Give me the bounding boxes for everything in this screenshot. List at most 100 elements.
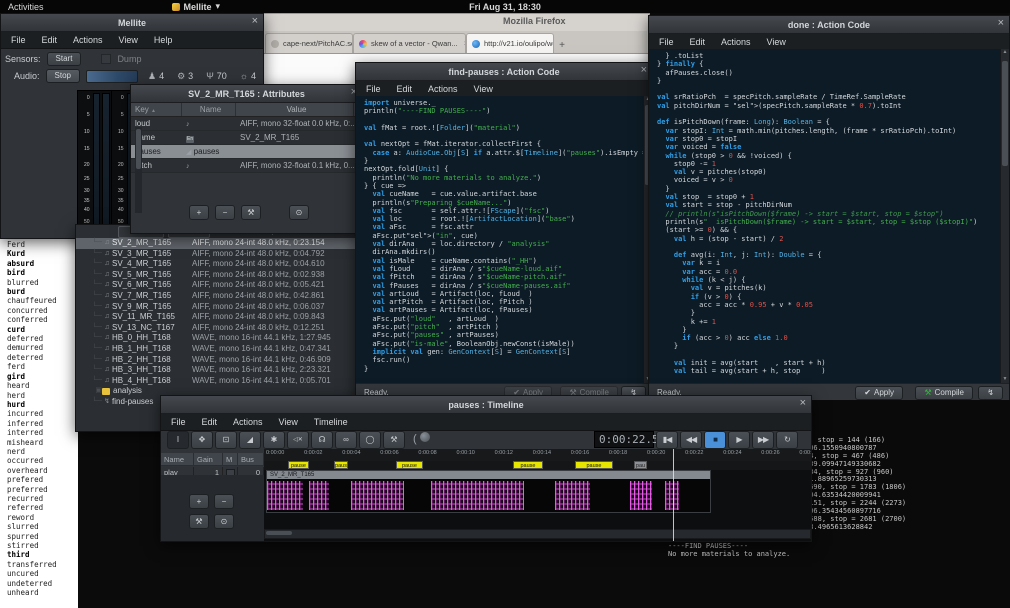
- close-icon[interactable]: ×: [252, 15, 258, 27]
- remove-track-button[interactable]: −: [214, 494, 234, 509]
- knob-icon[interactable]: (: [413, 432, 430, 445]
- scrollbar-thumb[interactable]: [1002, 61, 1008, 166]
- scrollbar-thumb[interactable]: [266, 531, 292, 535]
- column-value[interactable]: Value: [236, 103, 354, 116]
- menu-help[interactable]: Help: [154, 35, 173, 45]
- patch-tool-icon[interactable]: ✱: [263, 431, 285, 449]
- menu-actions[interactable]: Actions: [73, 35, 103, 45]
- firefox-tab[interactable]: cape-next/PitchAC.sc...×: [265, 33, 353, 53]
- menu-actions[interactable]: Actions: [721, 37, 751, 47]
- mellite-titlebar[interactable]: Mellite ×: [1, 14, 263, 32]
- scroll-down-icon[interactable]: ▼: [1001, 376, 1009, 383]
- tree-row[interactable]: └─♫HB_2_HH_T168WAVE, mono 16-int 44.1 kH…: [76, 355, 367, 366]
- view-button[interactable]: ⊙: [289, 205, 309, 220]
- fade-tool-icon[interactable]: ◢: [239, 431, 261, 449]
- edit-track-button[interactable]: ⚒: [189, 514, 209, 529]
- loop-button[interactable]: ↻: [776, 431, 798, 449]
- menu-edit[interactable]: Edit: [42, 35, 58, 45]
- audio-stop-button[interactable]: Stop: [46, 69, 80, 83]
- mute-tool-icon[interactable]: ◁✕: [287, 431, 309, 449]
- add-track-button[interactable]: +: [189, 494, 209, 509]
- fast-forward-button[interactable]: ▶▶: [752, 431, 774, 449]
- view-track-button[interactable]: ⊙: [214, 514, 234, 529]
- compile-button[interactable]: ⚒Compile: [915, 386, 973, 400]
- done-code-editor[interactable]: } .toList} finally { afPauses.close()} v…: [649, 49, 1000, 383]
- menu-file[interactable]: File: [366, 84, 381, 94]
- column-name[interactable]: Name: [182, 103, 236, 116]
- attributes-scrollbar[interactable]: [135, 127, 142, 213]
- menu-edit[interactable]: Edit: [397, 84, 413, 94]
- tree-row[interactable]: └─♫SV_9_MR_T165AIFF, mono 24-int 48.0 kH…: [76, 302, 367, 313]
- timeline-canvas[interactable]: 0:00:000:00:020:00:040:00:060:00:080:00:…: [264, 449, 811, 541]
- goto-begin-button[interactable]: ▮◀: [656, 431, 678, 449]
- attribute-row[interactable]: pitch♪AIFF, mono 32-float 0.1 kHz, 0...: [131, 159, 362, 173]
- stop-button[interactable]: ■: [704, 431, 726, 449]
- menu-edit[interactable]: Edit: [690, 37, 706, 47]
- attribute-row[interactable]: pauses◢ pauses: [131, 145, 362, 159]
- done-titlebar[interactable]: done : Action Code ×: [649, 16, 1009, 34]
- close-icon[interactable]: ×: [998, 17, 1004, 29]
- pause-region[interactable]: paus: [334, 461, 348, 469]
- new-tab-button[interactable]: +: [554, 37, 570, 53]
- tree-row[interactable]: └─♫HB_3_HH_T168WAVE, mono 16-int 44.1 kH…: [76, 365, 367, 376]
- edit-button[interactable]: ⚒: [241, 205, 261, 220]
- find-pauses-titlebar[interactable]: find-pauses : Action Code ×: [356, 63, 652, 81]
- menu-view[interactable]: View: [279, 417, 298, 427]
- pause-region[interactable]: pause: [288, 461, 309, 469]
- add-button[interactable]: +: [189, 205, 209, 220]
- pause-region[interactable]: pause: [575, 461, 613, 469]
- firefox-tab[interactable]: skew of a vector - Qwan...×: [353, 33, 466, 53]
- pause-region[interactable]: pause: [513, 461, 543, 469]
- scrollbar-thumb[interactable]: [136, 129, 141, 169]
- tree-row[interactable]: └─♫SV_13_NC_T167AIFF, mono 24-int 48.0 k…: [76, 323, 367, 334]
- scroll-up-icon[interactable]: ▲: [1001, 49, 1009, 56]
- compile-background-button[interactable]: ↯: [978, 386, 1003, 400]
- close-icon[interactable]: ×: [641, 64, 647, 76]
- menu-view[interactable]: View: [474, 84, 493, 94]
- apply-button[interactable]: ✔Apply: [855, 386, 903, 400]
- rewind-button[interactable]: ◀◀: [680, 431, 702, 449]
- tree-row[interactable]: └─♫SV_4_MR_T165AIFF, mono 24-int 48.0 kH…: [76, 259, 367, 270]
- attributes-titlebar[interactable]: SV_2_MR_T165 : Attributes ×: [131, 85, 362, 103]
- menu-edit[interactable]: Edit: [202, 417, 218, 427]
- attribute-row[interactable]: nameEnSV_2_MR_T165: [131, 131, 362, 145]
- sensors-start-button[interactable]: Start: [47, 52, 82, 66]
- menu-view[interactable]: View: [119, 35, 138, 45]
- clock[interactable]: Fri Aug 31, 18:30: [0, 2, 1010, 12]
- close-icon[interactable]: ×: [800, 397, 806, 409]
- audio-region[interactable]: SV_2_MR_T165: [266, 470, 711, 513]
- tree-row[interactable]: └─♫SV_7_MR_T165AIFF, mono 24-int 48.0 kH…: [76, 291, 367, 302]
- audition-tool-icon[interactable]: ☊: [311, 431, 333, 449]
- horizontal-scrollbar[interactable]: [264, 529, 811, 539]
- function-tool-icon[interactable]: ⚒: [383, 431, 405, 449]
- remove-button[interactable]: −: [215, 205, 235, 220]
- menu-actions[interactable]: Actions: [428, 84, 458, 94]
- tree-row[interactable]: └─♫HB_4_HH_T168WAVE, mono 16-int 44.1 kH…: [76, 376, 367, 387]
- pause-region[interactable]: pause: [396, 461, 423, 469]
- move-tool-icon[interactable]: ✥: [191, 431, 213, 449]
- firefox-tab[interactable]: http://v21.io/oulipo/word×: [466, 33, 554, 53]
- pause-region[interactable]: pau: [634, 461, 647, 469]
- tree-row[interactable]: └─♫SV_6_MR_T165AIFF, mono 24-int 48.0 kH…: [76, 280, 367, 291]
- dump-checkbox[interactable]: [101, 54, 111, 64]
- tree-row[interactable]: └─♫SV_2_MR_T165AIFF, mono 24-int 48.0 kH…: [76, 238, 367, 249]
- menu-timeline[interactable]: Timeline: [314, 417, 348, 427]
- menu-view[interactable]: View: [767, 37, 786, 47]
- column-key[interactable]: Key ▲: [131, 103, 182, 116]
- record-icon[interactable]: ◯: [359, 431, 381, 449]
- resize-tool-icon[interactable]: ⊡: [215, 431, 237, 449]
- tree-row[interactable]: └─♫HB_1_HH_T168WAVE, mono 16-int 44.1 kH…: [76, 344, 367, 355]
- tree-row[interactable]: └─♫SV_3_MR_T165AIFF, mono 24-int 48.0 kH…: [76, 249, 367, 260]
- menu-file[interactable]: File: [171, 417, 186, 427]
- tree-row[interactable]: └─♫HB_0_HH_T168WAVE, mono 16-int 44.1 kH…: [76, 333, 367, 344]
- menu-actions[interactable]: Actions: [233, 417, 263, 427]
- attribute-row[interactable]: loud♪AIFF, mono 32-float 0.0 kHz, 0:...: [131, 117, 362, 131]
- find-pauses-code-editor[interactable]: import universe._println("----FIND PAUSE…: [356, 96, 643, 383]
- play-button[interactable]: ▶: [728, 431, 750, 449]
- tree-row[interactable]: └─♫SV_11_MR_T165AIFF, mono 24-int 48.0 k…: [76, 312, 367, 323]
- menu-file[interactable]: File: [11, 35, 26, 45]
- cursor-tool-icon[interactable]: I: [167, 431, 189, 449]
- tree-row[interactable]: └─♫SV_5_MR_T165AIFF, mono 24-int 48.0 kH…: [76, 270, 367, 281]
- done-scrollbar[interactable]: ▲ ▼: [1000, 49, 1009, 383]
- link-tool-icon[interactable]: ∞: [335, 431, 357, 449]
